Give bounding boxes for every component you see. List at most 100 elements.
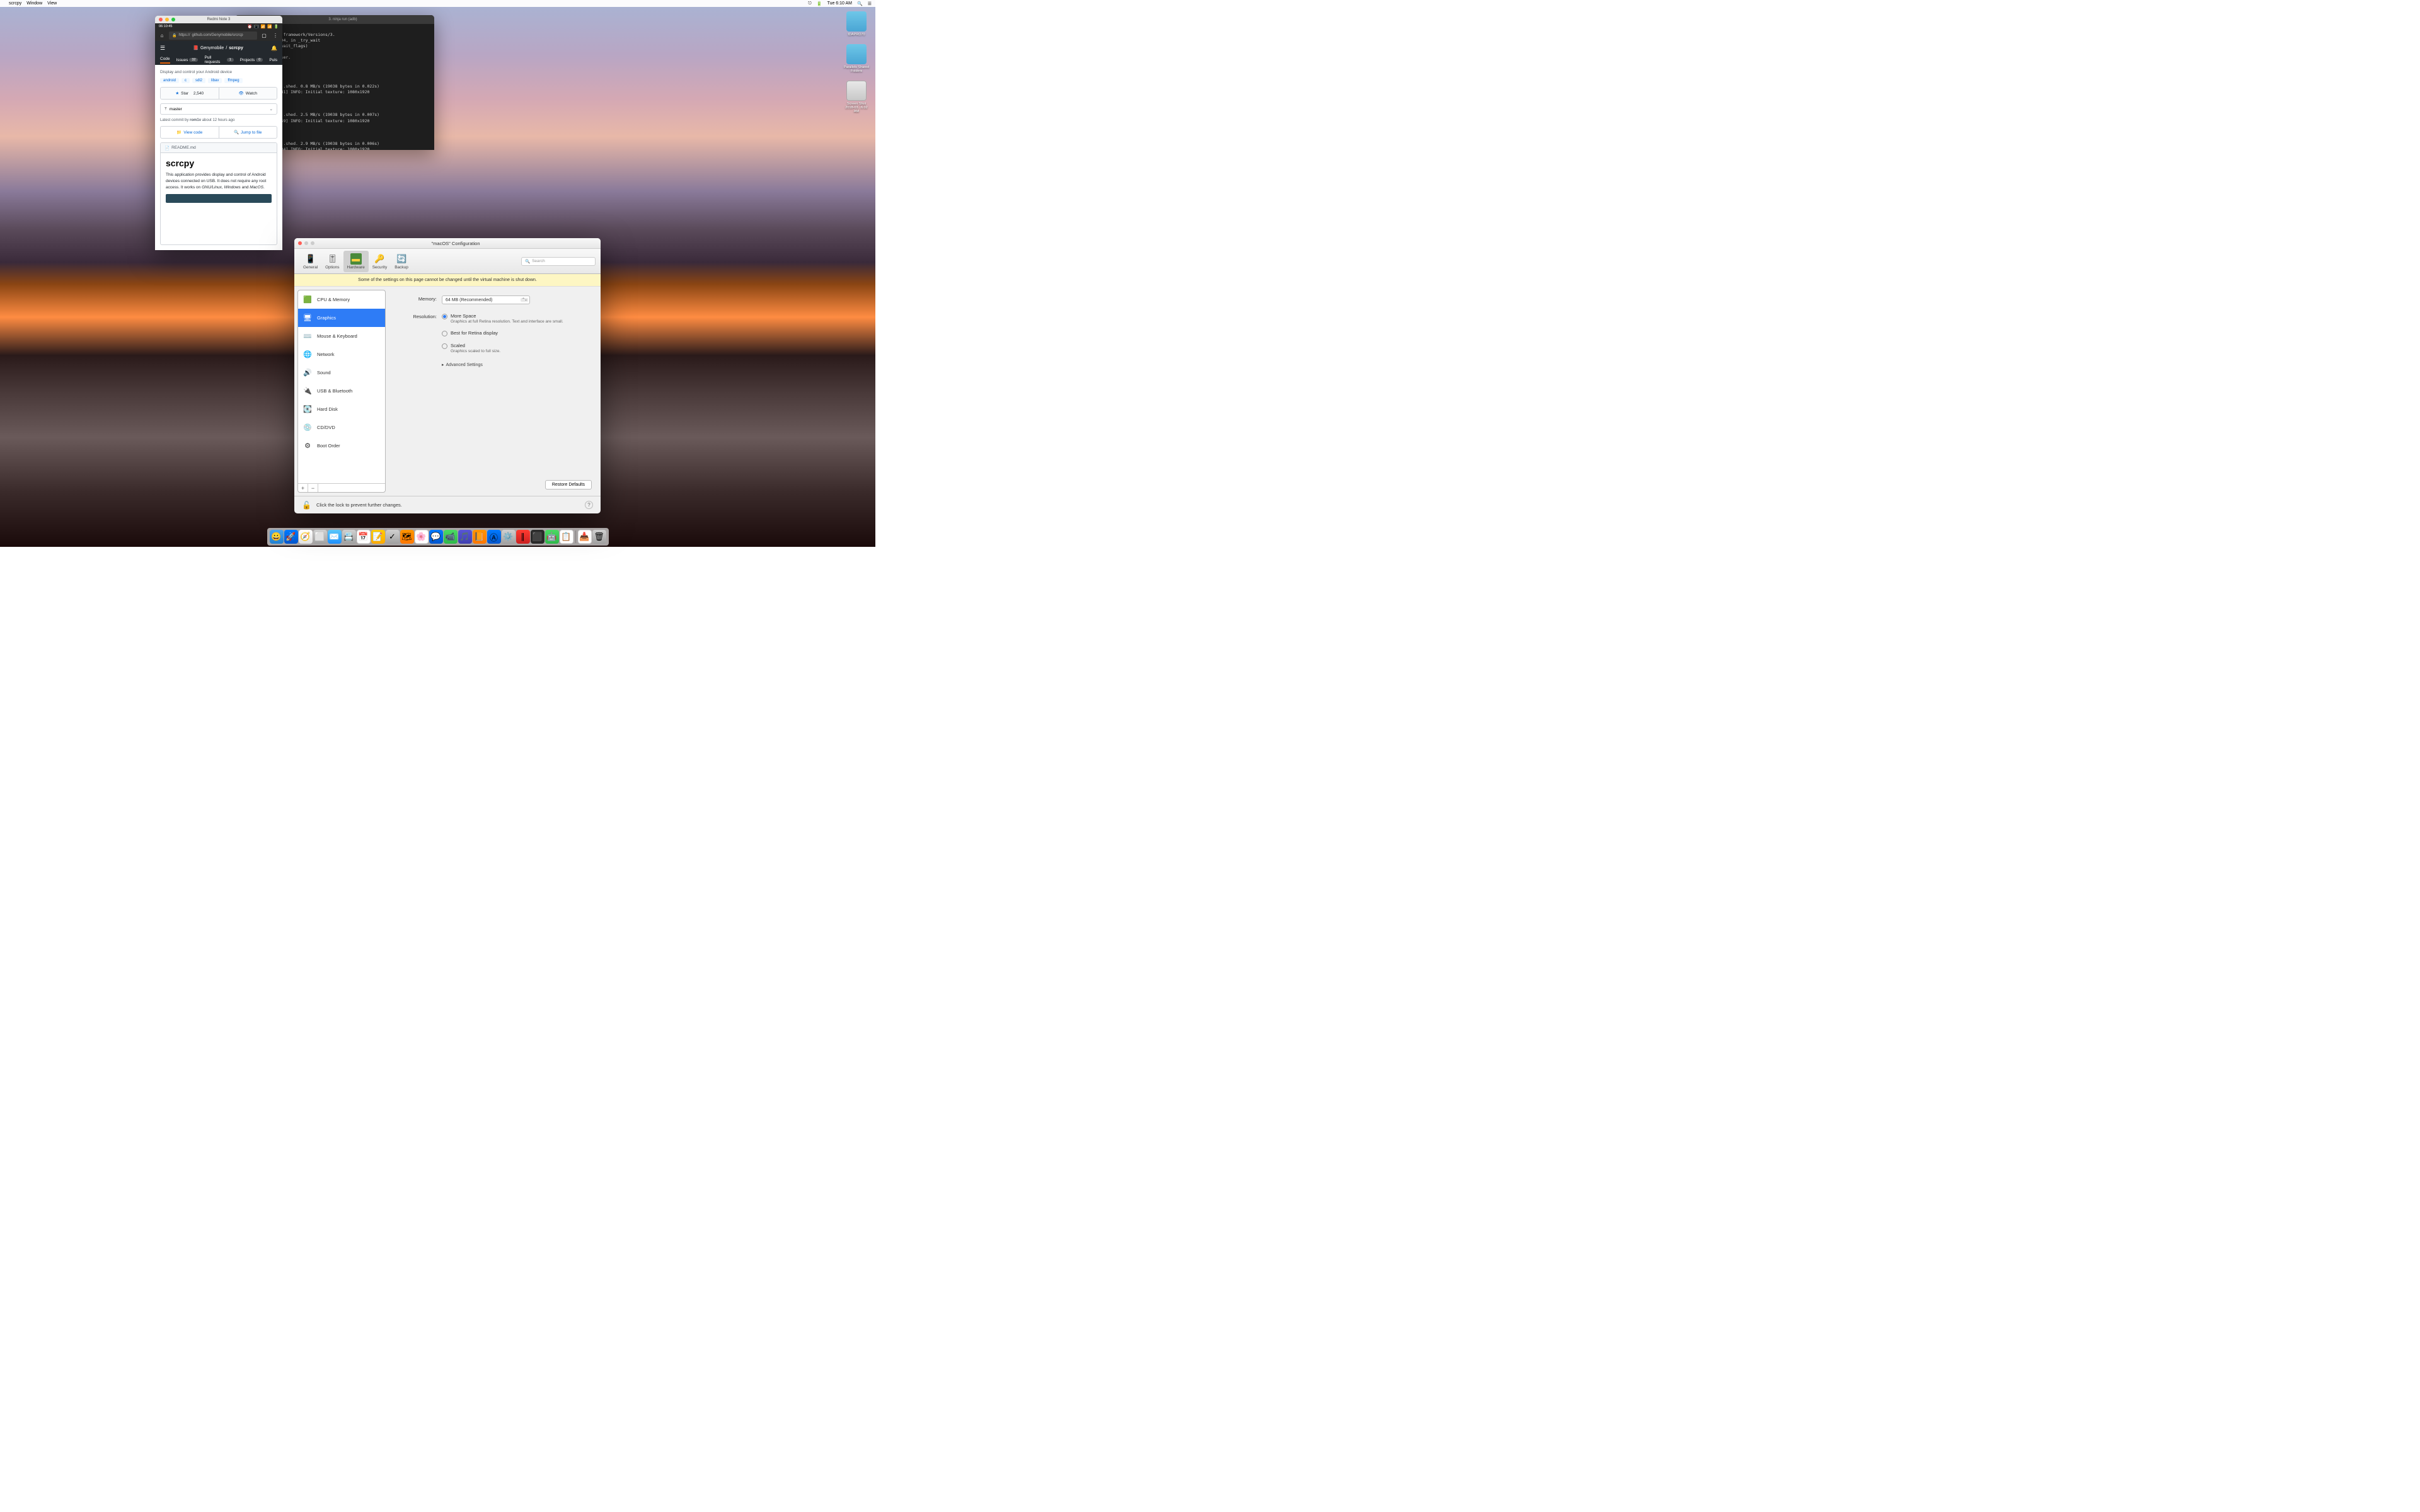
desktop-folder-parallels[interactable]: Parallels Shared Folders: [843, 44, 870, 73]
dock-contacts[interactable]: 📇: [342, 530, 356, 544]
sidebar-boot-order[interactable]: ⚙Boot Order: [298, 437, 385, 455]
toolbar-hardware[interactable]: ▬Hardware: [343, 251, 369, 272]
dock-reminders[interactable]: ✓: [386, 530, 400, 544]
help-button[interactable]: ?: [585, 501, 593, 509]
config-window[interactable]: "macOS" Configuration 📱General 🎚Options …: [294, 238, 601, 513]
menubar: scrcpy Window View ⎋ 🔋 Tue 6:10 AM 🔍 ☰: [0, 0, 875, 7]
radio-scaled[interactable]: ScaledGraphics scaled to full size.: [442, 343, 589, 353]
restore-defaults-button[interactable]: Restore Defaults: [545, 480, 592, 490]
topic[interactable]: android: [160, 78, 179, 83]
dock-calendar[interactable]: 📅: [357, 530, 371, 544]
radio-best-retina[interactable]: Best for Retina display: [442, 330, 589, 336]
menubar-clock[interactable]: Tue 6:10 AM: [827, 1, 852, 6]
github-content: Display and control your Android device …: [155, 65, 282, 250]
close-button[interactable]: [159, 18, 163, 21]
menubar-status-icon[interactable]: ⎋: [808, 1, 812, 6]
close-button[interactable]: [298, 241, 302, 245]
dock-terminal[interactable]: ⬛: [531, 530, 544, 544]
dock-photos[interactable]: 🌸: [415, 530, 429, 544]
lock-icon[interactable]: 🔓: [302, 501, 311, 510]
dock-launchpad[interactable]: 🚀: [284, 530, 298, 544]
tab-issues[interactable]: Issues32: [176, 58, 199, 62]
tab-code[interactable]: Code: [160, 57, 170, 64]
view-menu[interactable]: View: [47, 1, 57, 6]
vibrate-icon: 📳: [254, 25, 258, 29]
topic[interactable]: ffmpeg: [224, 78, 242, 83]
topic[interactable]: c: [182, 78, 190, 83]
menu-button[interactable]: ⋮: [271, 31, 280, 40]
add-device-button[interactable]: +: [298, 484, 308, 492]
dock-app[interactable]: ⬜: [313, 530, 327, 544]
radio-button[interactable]: [442, 331, 447, 336]
dock-preferences[interactable]: ⚙️: [502, 530, 516, 544]
watch-button[interactable]: 👁Watch: [219, 88, 277, 99]
keyboard-icon: ⌨️: [302, 332, 313, 341]
advanced-settings[interactable]: ▸Advanced Settings: [442, 362, 589, 367]
dock-downloads[interactable]: 📥: [578, 530, 592, 544]
radio-more-space[interactable]: More SpaceGraphics at full Retina resolu…: [442, 313, 589, 324]
config-search[interactable]: 🔍Search: [521, 257, 596, 266]
desktop-file-screenshot[interactable]: Screen Shot 2018-03...6.02 AM: [843, 81, 870, 113]
dock-facetime[interactable]: 📹: [444, 530, 458, 544]
dock-itunes[interactable]: 🎵: [458, 530, 472, 544]
tabs-button[interactable]: ▢: [260, 31, 268, 40]
menubar-battery-icon[interactable]: 🔋: [817, 1, 822, 6]
notifications-icon[interactable]: 🔔: [271, 45, 277, 51]
dock-android[interactable]: 🤖: [545, 530, 559, 544]
radio-button[interactable]: [442, 314, 447, 319]
dock-safari[interactable]: 🧭: [299, 530, 313, 544]
sidebar-graphics[interactable]: 🖥Graphics: [298, 309, 385, 327]
toolbar-options[interactable]: 🎚Options: [321, 251, 343, 272]
app-menu[interactable]: scrcpy: [9, 1, 21, 6]
dock-appstore[interactable]: Ⓐ: [487, 530, 501, 544]
tab-projects[interactable]: Projects0: [240, 58, 263, 62]
dock-notes[interactable]: 📝: [371, 530, 385, 544]
spotlight-icon[interactable]: 🔍: [857, 1, 863, 6]
cpu-icon: 🟩: [302, 295, 313, 304]
sidebar-cd-dvd[interactable]: 💿CD/DVD: [298, 418, 385, 437]
dock-mail[interactable]: ✉️: [328, 530, 342, 544]
topic[interactable]: libav: [208, 78, 222, 83]
radio-button[interactable]: [442, 343, 447, 349]
repo-owner[interactable]: Genymobile: [200, 46, 224, 50]
url-field[interactable]: 🔒 https://github.com/Genymobile/srcrcp: [169, 32, 257, 40]
view-code-button[interactable]: 📁View code: [161, 127, 219, 138]
branch-selector[interactable]: ᛘ master ⌄: [160, 103, 277, 115]
notification-center-icon[interactable]: ☰: [868, 1, 872, 6]
maximize-button[interactable]: [171, 18, 175, 21]
desktop-folder-idapro[interactable]: IDAPRO70: [843, 11, 870, 37]
window-menu[interactable]: Window: [26, 1, 42, 6]
dock-messages[interactable]: 💬: [429, 530, 443, 544]
dock-finder[interactable]: 😀: [270, 530, 284, 544]
dock-parallels[interactable]: ∥: [516, 530, 530, 544]
scrcpy-titlebar[interactable]: Redmi Note 3: [155, 16, 282, 23]
remove-device-button[interactable]: −: [308, 484, 318, 492]
sidebar-hard-disk[interactable]: 💽Hard Disk: [298, 400, 385, 418]
topic[interactable]: sdl2: [192, 78, 205, 83]
config-titlebar[interactable]: "macOS" Configuration: [294, 238, 601, 249]
sidebar-usb-bluetooth[interactable]: 🔌USB & Bluetooth: [298, 382, 385, 400]
tab-pulls[interactable]: Pull requests1: [204, 55, 233, 64]
sidebar-cpu-memory[interactable]: 🟩CPU & Memory: [298, 290, 385, 309]
sidebar-sound[interactable]: 🔊Sound: [298, 364, 385, 382]
sidebar-mouse-keyboard[interactable]: ⌨️Mouse & Keyboard: [298, 327, 385, 345]
hamburger-icon[interactable]: ☰: [160, 45, 165, 52]
scrcpy-window[interactable]: Redmi Note 3 06:10:45 ⏰ 📳 📶 📶 🔋 ⌂ 🔒 http…: [155, 16, 282, 250]
dock-ibooks[interactable]: 📙: [473, 530, 487, 544]
memory-select[interactable]: 64 MB (Recommended): [442, 295, 530, 304]
dock-maps[interactable]: 🗺: [400, 530, 414, 544]
sidebar-network[interactable]: 🌐Network: [298, 345, 385, 364]
toolbar-security[interactable]: 🔑Security: [369, 251, 391, 272]
home-button[interactable]: ⌂: [158, 31, 166, 40]
jump-to-file-button[interactable]: 🔍Jump to file: [219, 127, 277, 138]
star-button[interactable]: ★Star 2,540: [161, 88, 219, 99]
dock-trash[interactable]: 🗑: [592, 530, 606, 544]
status-time: 06:10:45: [159, 25, 172, 28]
repo-name[interactable]: scrcpy: [229, 46, 243, 50]
star-icon: ★: [175, 91, 179, 96]
dock-app[interactable]: 📋: [560, 530, 573, 544]
toolbar-general[interactable]: 📱General: [299, 251, 321, 272]
tab-pulse[interactable]: Puls: [269, 58, 277, 62]
toolbar-backup[interactable]: 🔄Backup: [391, 251, 412, 272]
minimize-button[interactable]: [165, 18, 169, 21]
